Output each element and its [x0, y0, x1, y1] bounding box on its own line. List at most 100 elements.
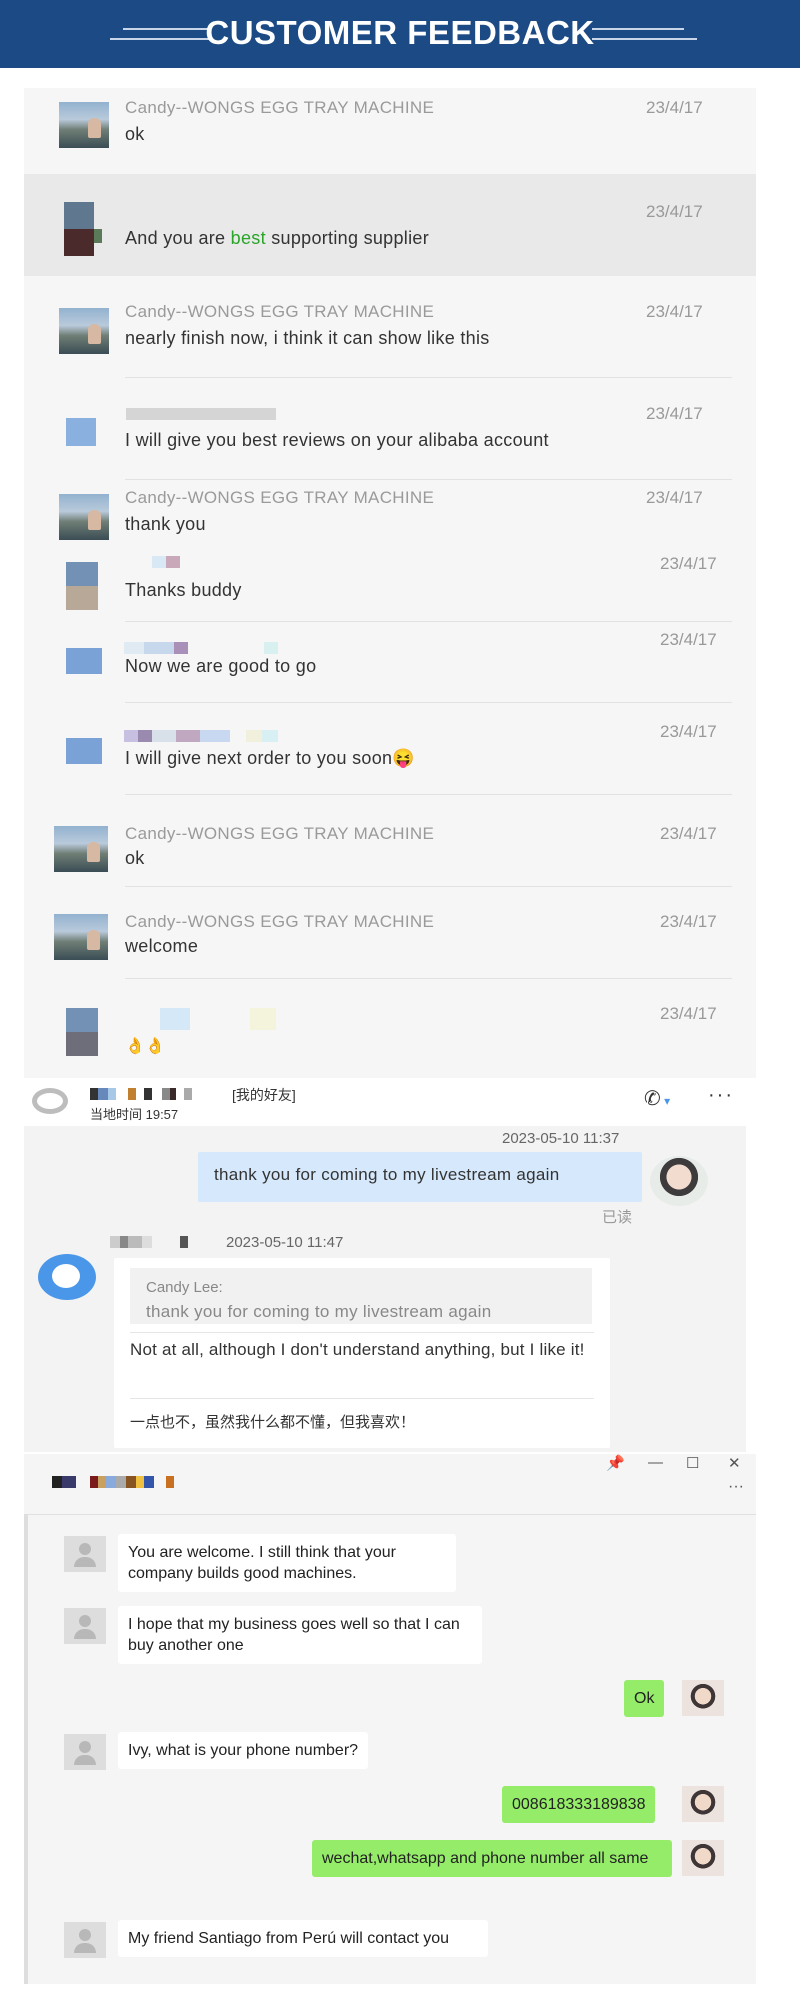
chat-header: 📌 — ☐ ✕ ···	[24, 1454, 756, 1514]
message-date: 23/4/17	[646, 488, 703, 507]
reply-text: Not at all, although I don't understand …	[130, 1340, 585, 1359]
livestream-chat-window: [我的好友] 当地时间 19:57 ✆ ▾ ··· 2023-05-10 11:…	[24, 1082, 746, 1452]
received-message-bubble[interactable]: You are welcome. I still think that your…	[118, 1534, 456, 1592]
message-text: Now we are good to go	[125, 656, 317, 676]
avatar	[66, 1008, 98, 1056]
history-message[interactable]: I will give next order to you soon😝 23/4…	[24, 722, 756, 826]
laughing-emoji-icon: 😝	[392, 748, 416, 768]
reply-translation: 一点也不，虽然我什么都不懂，但我喜欢！	[130, 1414, 416, 1431]
timestamp: 2023-05-10 11:47	[226, 1234, 344, 1251]
highlight-word: best	[230, 228, 266, 248]
read-status: 已读	[602, 1209, 633, 1226]
message-text: Thanks buddy	[125, 580, 242, 600]
blurred-name	[90, 1088, 192, 1100]
timestamp: 2023-05-10 11:37	[502, 1130, 620, 1147]
divider	[125, 794, 732, 795]
avatar	[66, 562, 98, 610]
blurred-name	[110, 1236, 188, 1248]
history-message[interactable]: And you are best supporting supplier 23/…	[24, 174, 756, 276]
scrollbar[interactable]	[24, 1514, 28, 1984]
received-message-bubble[interactable]: Ivy, what is your phone number?	[118, 1732, 369, 1769]
divider	[130, 1398, 594, 1399]
contact-avatar[interactable]	[38, 1254, 96, 1300]
contact-avatar[interactable]	[64, 1734, 106, 1770]
pin-icon[interactable]: 📌	[606, 1454, 625, 1472]
quoted-message: Candy Lee: thank you for coming to my li…	[130, 1268, 592, 1324]
phone-icon[interactable]: ✆ ▾	[644, 1086, 670, 1111]
history-message[interactable]: 👌👌 23/4/17	[24, 1004, 756, 1078]
more-icon[interactable]: ···	[728, 1478, 744, 1496]
avatar	[66, 648, 102, 674]
received-message-bubble[interactable]: My friend Santiago from Perú will contac…	[118, 1920, 488, 1957]
close-icon[interactable]: ✕	[728, 1454, 741, 1472]
message-text: 👌👌	[125, 1038, 166, 1055]
history-message[interactable]: Candy--WONGS EGG TRAY MACHINE nearly fin…	[24, 276, 756, 378]
divider	[125, 621, 732, 622]
message-date: 23/4/17	[646, 98, 703, 117]
my-avatar[interactable]	[650, 1156, 708, 1206]
sender-name: Candy--WONGS EGG TRAY MACHINE	[125, 302, 435, 321]
message-date: 23/4/17	[646, 404, 703, 423]
message-date: 23/4/17	[660, 912, 717, 931]
my-avatar[interactable]	[682, 1680, 724, 1716]
divider	[24, 1514, 756, 1515]
sender-name: Candy--WONGS EGG TRAY MACHINE	[125, 488, 435, 507]
contact-avatar[interactable]	[64, 1536, 106, 1572]
quote-text: thank you for coming to my livestream ag…	[146, 1302, 492, 1321]
history-message[interactable]: Candy--WONGS EGG TRAY MACHINE welcome 23…	[24, 912, 756, 1010]
contact-avatar[interactable]	[64, 1922, 106, 1958]
history-message[interactable]: Candy--WONGS EGG TRAY MACHINE ok 23/4/17	[24, 88, 756, 174]
message-date: 23/4/17	[660, 554, 717, 573]
sent-message-bubble[interactable]: wechat,whatsapp and phone number all sam…	[312, 1840, 672, 1877]
avatar	[59, 494, 109, 540]
message-text: I will give next order to you soon😝	[125, 748, 416, 768]
my-avatar[interactable]	[682, 1786, 724, 1822]
chat-header: [我的好友] 当地时间 19:57 ✆ ▾ ···	[24, 1082, 746, 1126]
message-date: 23/4/17	[646, 202, 703, 221]
quote-author: Candy Lee:	[146, 1279, 223, 1296]
sender-name: Candy--WONGS EGG TRAY MACHINE	[125, 824, 435, 843]
more-icon[interactable]: ···	[708, 1084, 734, 1107]
my-avatar[interactable]	[682, 1840, 724, 1876]
maximize-icon[interactable]: ☐	[686, 1454, 699, 1472]
blurred-name	[52, 1476, 174, 1488]
received-message-bubble[interactable]: I hope that my business goes well so tha…	[118, 1606, 482, 1664]
history-message[interactable]: Now we are good to go 23/4/17	[24, 630, 756, 734]
minimize-icon[interactable]: —	[648, 1454, 663, 1471]
message-text: And you are best supporting supplier	[125, 228, 430, 248]
message-text: thank you	[125, 514, 206, 534]
blurred-name	[152, 556, 180, 568]
page-title: CUSTOMER FEEDBACK	[205, 14, 595, 51]
history-message[interactable]: Thanks buddy 23/4/17	[24, 550, 756, 642]
avatar	[59, 102, 109, 148]
history-message[interactable]: Candy--WONGS EGG TRAY MACHINE thank you …	[24, 480, 756, 550]
contact-avatar[interactable]	[64, 1608, 106, 1644]
friend-tag: [我的好友]	[232, 1087, 296, 1103]
message-text: I will give you best reviews on your ali…	[125, 430, 549, 450]
history-message[interactable]: I will give you best reviews on your ali…	[24, 378, 756, 480]
message-text: welcome	[125, 936, 199, 956]
sender-name: Candy--WONGS EGG TRAY MACHINE	[125, 912, 435, 931]
sent-message-bubble[interactable]: Ok	[624, 1680, 665, 1717]
reply-message-bubble[interactable]: Candy Lee: thank you for coming to my li…	[114, 1258, 610, 1448]
avatar	[59, 308, 109, 354]
history-message[interactable]: Candy--WONGS EGG TRAY MACHINE ok 23/4/17	[24, 824, 756, 918]
message-date: 23/4/17	[660, 722, 717, 741]
message-text: ok	[125, 848, 145, 868]
contact-avatar[interactable]	[32, 1088, 68, 1114]
divider	[125, 978, 732, 979]
message-date: 23/4/17	[646, 302, 703, 321]
blurred-name	[124, 642, 278, 654]
sender-name: Candy--WONGS EGG TRAY MACHINE	[125, 98, 435, 117]
avatar	[54, 914, 108, 960]
sent-message-bubble[interactable]: 008618333189838	[502, 1786, 656, 1823]
divider	[130, 1332, 594, 1333]
divider	[125, 702, 732, 703]
blurred-name	[126, 408, 276, 420]
avatar	[66, 418, 96, 446]
message-date: 23/4/17	[660, 1004, 717, 1023]
sent-message-bubble[interactable]: thank you for coming to my livestream ag…	[198, 1152, 642, 1202]
avatar	[66, 738, 102, 764]
divider	[125, 886, 732, 887]
avatar	[64, 202, 114, 256]
